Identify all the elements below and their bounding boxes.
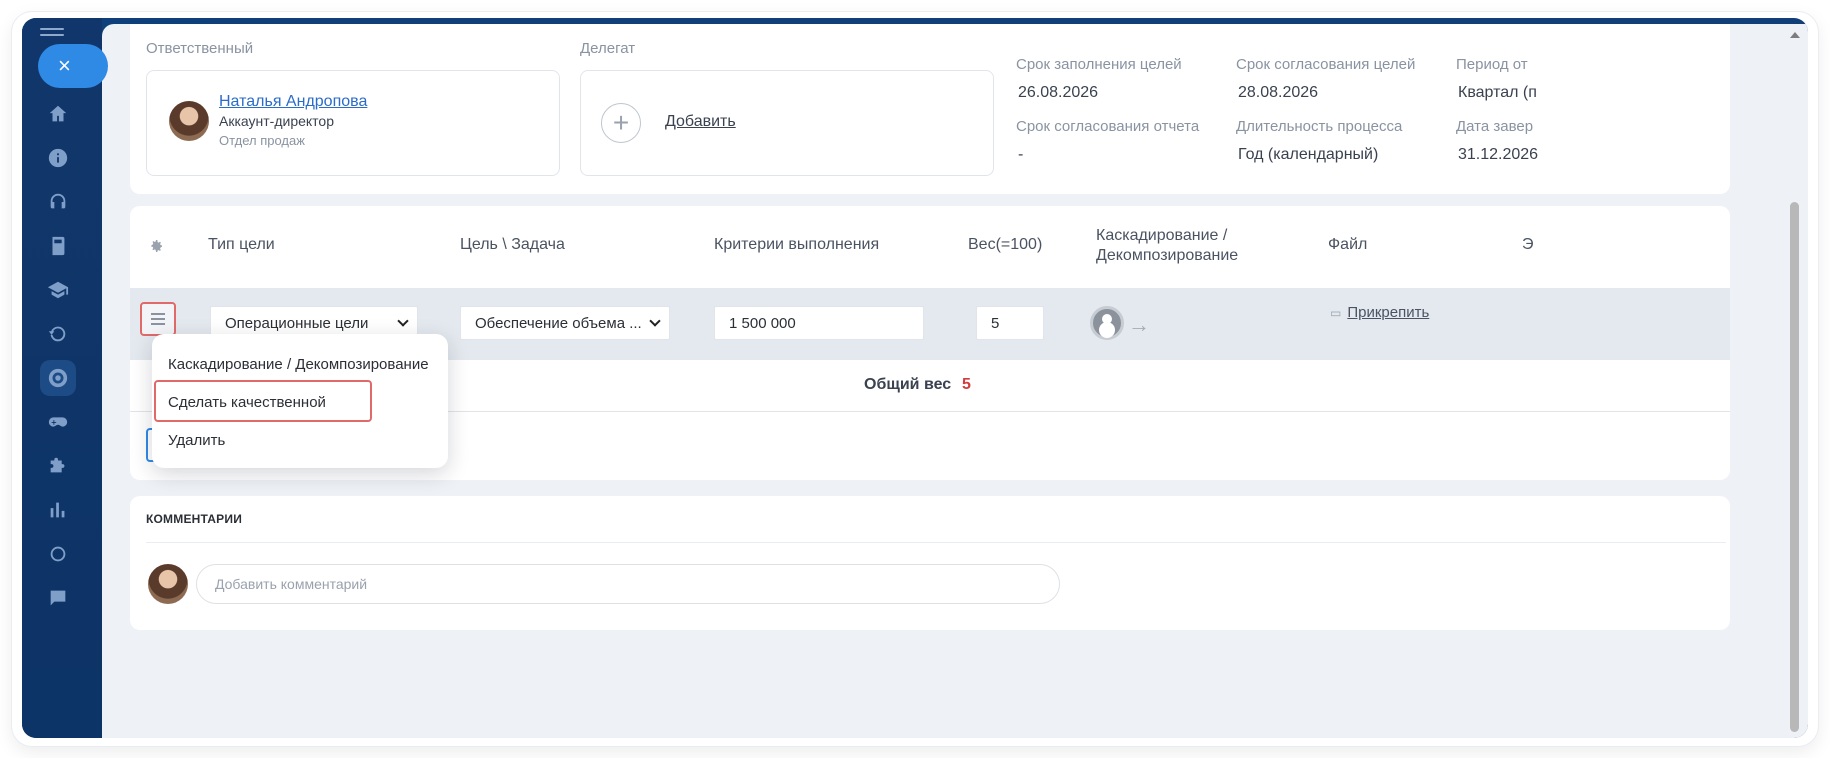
headset-icon[interactable] <box>40 184 76 220</box>
responsible-box: Наталья Андропова Аккаунт-директор Отдел… <box>146 70 560 176</box>
chat-icon[interactable] <box>40 580 76 616</box>
process-info-card: Ответственный Наталья Андропова Аккаунт-… <box>130 24 1730 194</box>
field-label: Дата завер <box>1456 118 1534 135</box>
criteria-input[interactable]: 1 500 000 <box>714 306 924 340</box>
scroll-up-icon[interactable] <box>1790 32 1800 38</box>
scrollbar[interactable] <box>1788 32 1802 732</box>
feedback-360-icon[interactable] <box>40 316 76 352</box>
user-avatar-icon[interactable] <box>1090 306 1124 340</box>
attach-file-link[interactable]: ▭ Прикрепить <box>1330 304 1429 321</box>
app-window: × Ответственный Наталья Андропова Аккаун… <box>22 18 1808 738</box>
graduation-cap-icon[interactable] <box>40 272 76 308</box>
hamburger-icon[interactable] <box>40 28 64 42</box>
field-label: Срок заполнения целей <box>1016 56 1182 73</box>
screenshot-frame: × Ответственный Наталья Андропова Аккаун… <box>12 12 1818 746</box>
circle-icon[interactable] <box>40 536 76 572</box>
scrollbar-thumb[interactable] <box>1790 202 1799 732</box>
chevron-down-icon <box>397 315 409 327</box>
row-context-menu: Каскадирование / Декомпозирование Сделат… <box>152 334 448 468</box>
comments-card: КОММЕНТАРИИ Добавить комментарий <box>130 496 1730 630</box>
menu-item-make-qualitative[interactable]: Сделать качественной <box>168 394 326 411</box>
field-label: Период от <box>1456 56 1528 73</box>
field-value: 28.08.2026 <box>1238 84 1319 101</box>
comment-input[interactable]: Добавить комментарий <box>196 564 1060 604</box>
home-icon[interactable] <box>40 96 76 132</box>
puzzle-icon[interactable] <box>40 448 76 484</box>
field-value: - <box>1018 146 1024 163</box>
column-header: Критерии выполнения <box>714 236 880 253</box>
total-weight-label: Общий вес <box>864 376 952 393</box>
delegate-box: + Добавить <box>580 70 994 176</box>
file-icon: ▭ <box>1330 306 1342 320</box>
book-icon[interactable] <box>40 228 76 264</box>
close-icon: × <box>58 53 71 78</box>
column-header: Файл <box>1328 236 1368 253</box>
menu-item-delete[interactable]: Удалить <box>168 432 225 449</box>
responsible-name-link[interactable]: Наталья Андропова <box>219 93 367 111</box>
chevron-down-icon <box>649 315 661 327</box>
column-header: Каскадирование / Декомпозирование <box>1096 227 1239 264</box>
chart-icon[interactable] <box>40 492 76 528</box>
field-label: Длительность процесса <box>1236 118 1403 135</box>
add-delegate-plus-icon[interactable]: + <box>601 103 641 143</box>
responsible-department: Отдел продаж <box>219 133 305 148</box>
target-icon[interactable] <box>40 360 76 396</box>
responsible-label: Ответственный <box>146 40 254 57</box>
column-header: Цель \ Задача <box>460 236 565 253</box>
field-value: 31.12.2026 <box>1458 146 1539 163</box>
comments-title: КОММЕНТАРИИ <box>146 512 243 526</box>
delegate-label: Делегат <box>580 40 636 57</box>
arrow-right-icon[interactable]: → <box>1128 312 1150 338</box>
avatar <box>148 564 188 604</box>
total-weight-value: 5 <box>962 376 971 393</box>
responsible-role: Аккаунт-директор <box>219 113 335 129</box>
close-button[interactable]: × <box>38 44 108 88</box>
gear-icon[interactable] <box>148 238 164 254</box>
info-icon[interactable] <box>40 140 76 176</box>
avatar <box>169 101 209 141</box>
goal-select[interactable]: Обеспечение объема ... <box>460 306 670 340</box>
field-value: 26.08.2026 <box>1018 84 1099 101</box>
row-menu-button[interactable] <box>140 302 176 336</box>
column-header: Тип цели <box>208 236 275 253</box>
add-delegate-link[interactable]: Добавить <box>665 113 736 131</box>
column-header: Э <box>1522 236 1534 253</box>
sidebar: × <box>22 18 108 738</box>
field-label: Срок согласования отчета <box>1016 118 1200 135</box>
menu-item-cascade[interactable]: Каскадирование / Декомпозирование <box>168 356 429 373</box>
gamepad-icon[interactable] <box>40 404 76 440</box>
column-header: Вес(=100) <box>968 236 1043 253</box>
weight-input[interactable]: 5 <box>976 306 1044 340</box>
field-value: Год (календарный) <box>1238 146 1379 163</box>
field-value: Квартал (п <box>1458 84 1537 101</box>
divider <box>146 542 1726 543</box>
field-label: Срок согласования целей <box>1236 56 1416 73</box>
